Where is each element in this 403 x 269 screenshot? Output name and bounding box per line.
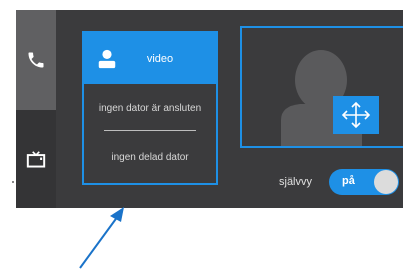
pointer-arrow-annotation bbox=[79, 207, 124, 269]
